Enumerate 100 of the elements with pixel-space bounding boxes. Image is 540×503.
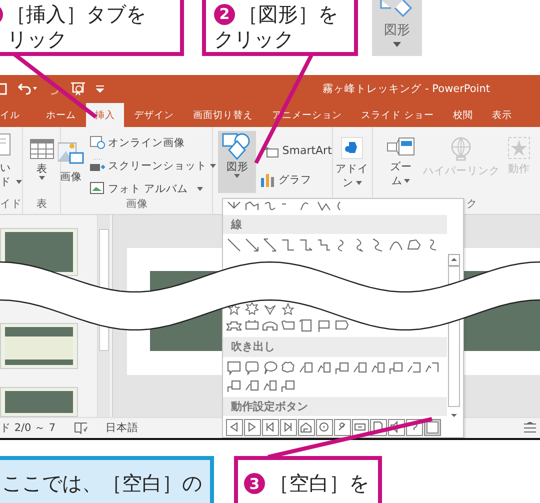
action-button-icon[interactable] [352, 419, 369, 436]
zoom-button[interactable]: ズー ム [390, 160, 412, 188]
callout-text: リック [7, 27, 67, 51]
star-shape-icon[interactable] [280, 302, 296, 316]
callout-shape-icon[interactable] [406, 360, 422, 376]
callout-shape-icon[interactable] [244, 378, 260, 394]
caret-icon[interactable] [38, 176, 45, 180]
ribbon-tab[interactable]: スライド ショー [352, 103, 444, 128]
caret-icon[interactable] [234, 174, 240, 178]
section-header: 吹き出し [223, 337, 447, 356]
callout-shape-icon[interactable] [262, 360, 278, 376]
photo-album-icon[interactable] [90, 182, 105, 196]
picture-button[interactable]: 画像 [60, 170, 82, 184]
action-button-icon[interactable] [262, 419, 279, 436]
new-slide-icon[interactable] [0, 133, 12, 158]
banner-shape-icon[interactable] [316, 318, 332, 334]
step-number-badge: 3 [244, 473, 265, 494]
line-shape-icon[interactable] [244, 237, 260, 254]
callout-shape-icon[interactable] [388, 360, 404, 376]
action-button-icon[interactable] [334, 419, 351, 436]
spellcheck-icon[interactable] [74, 422, 88, 435]
caret-icon[interactable] [210, 164, 216, 168]
shapes-icon[interactable] [222, 133, 252, 162]
callout-text: ［挿入］タブを [6, 2, 146, 27]
shape-icon[interactable] [244, 200, 260, 212]
slide-thumbnail[interactable] [0, 387, 78, 418]
bar-chart-icon[interactable] [261, 172, 276, 187]
line-shape-icon[interactable] [280, 237, 296, 254]
ribbon-tab[interactable]: 校閲 [444, 103, 482, 128]
caret-icon[interactable] [16, 180, 22, 184]
save-icon[interactable] [0, 82, 8, 96]
online-picture-icon[interactable] [90, 136, 105, 150]
section-header: 動作設定ボタン [223, 396, 447, 416]
addins-button[interactable]: アドイ ン [336, 162, 369, 190]
callout-shape-icon[interactable] [280, 378, 296, 394]
online-pictures-button[interactable]: オンライン画像 [108, 136, 185, 150]
shape-icon[interactable] [262, 200, 278, 212]
photo-album-button[interactable]: フォト アルバム [108, 182, 188, 196]
smartart-button[interactable]: SmartArt [282, 144, 332, 158]
banner-shape-icon[interactable] [298, 318, 314, 334]
zoom-icon[interactable] [386, 137, 415, 158]
caret-icon [393, 42, 401, 47]
callout-shape-icon[interactable] [262, 378, 278, 394]
notes-icon[interactable] [524, 422, 536, 434]
customize-caret-icon[interactable] [96, 85, 104, 94]
ribbon-tab[interactable]: イル [0, 103, 29, 128]
ribbon-tab[interactable]: 挿入 [86, 103, 124, 128]
table-button[interactable]: 表 [36, 162, 48, 176]
caret-icon[interactable] [404, 179, 410, 184]
ribbon-tab[interactable]: デザイン [125, 103, 183, 128]
action-button-icon[interactable] [298, 419, 315, 436]
group-label: 画像 [124, 197, 149, 212]
group-label: イド [0, 197, 22, 212]
callout-shape-icon[interactable] [370, 360, 386, 376]
line-shape-icon[interactable] [298, 237, 314, 254]
new-slide-button[interactable]: い ド [0, 161, 22, 190]
store-icon[interactable] [341, 137, 364, 160]
star-icon[interactable] [508, 137, 530, 160]
callout-text: ［図形］を [238, 2, 338, 27]
callout-shape-icon[interactable] [298, 360, 314, 376]
caret-icon[interactable] [356, 181, 362, 186]
shapes-button[interactable]: 図形 [218, 131, 256, 194]
star-shape-icon[interactable] [244, 302, 260, 316]
slide-counter: ド 2/0 ～ 7 [0, 421, 56, 436]
callout-shape-icon[interactable] [316, 360, 332, 376]
screenshot-button[interactable]: スクリーンショット [108, 158, 207, 173]
action-button-icon[interactable] [244, 419, 261, 436]
line-shape-icon[interactable] [316, 237, 332, 254]
scroll-up-icon[interactable] [448, 254, 460, 266]
callout-text: ［空白］を [269, 470, 369, 497]
line-shape-icon[interactable] [262, 237, 278, 254]
caret-icon[interactable] [197, 186, 204, 191]
action-button-icon[interactable] [316, 419, 333, 436]
camera-icon[interactable] [90, 159, 105, 172]
action-button-icon[interactable] [226, 419, 243, 436]
chart-button[interactable]: グラフ [278, 172, 312, 187]
action-button-icon[interactable] [424, 419, 441, 436]
table-icon[interactable] [30, 139, 54, 160]
window-title: 霧ヶ峰トレッキング - PowerPoint [322, 82, 490, 96]
ribbon-tab[interactable]: 画面切り替え [184, 103, 262, 128]
action-button-icon[interactable] [280, 419, 297, 436]
line-shape-icon[interactable] [226, 237, 242, 254]
callout-shape-icon[interactable] [352, 360, 368, 376]
slideshow-icon[interactable] [70, 82, 86, 97]
slide-thumbnail[interactable] [0, 323, 78, 370]
group-label: 表 [35, 197, 48, 212]
step-number-badge: 2 [214, 4, 235, 25]
undo-icon[interactable] [18, 82, 38, 96]
callout-shape-icon[interactable] [226, 360, 242, 376]
callout-shape-icon[interactable] [244, 360, 260, 376]
callout-shape-icon[interactable] [334, 360, 350, 376]
language-label: 日本語 [106, 421, 139, 436]
ribbon-tab[interactable]: ホーム [37, 103, 85, 128]
callout-shape-icon[interactable] [226, 378, 242, 394]
group-label: ク [466, 197, 478, 212]
ribbon-tab[interactable]: 表示 [483, 103, 522, 128]
ribbon-tab[interactable]: アニメーション [263, 103, 351, 128]
shape-icon[interactable] [316, 200, 332, 212]
callout-text: ここでは、［空白］の [2, 470, 202, 497]
callout-shape-icon[interactable] [280, 360, 296, 376]
